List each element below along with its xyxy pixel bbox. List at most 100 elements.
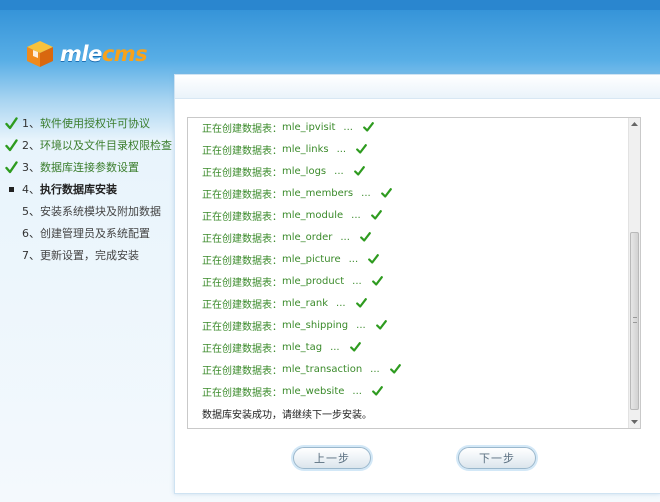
table-name: mle_logs bbox=[282, 165, 327, 177]
log-dots: ... bbox=[356, 319, 366, 331]
check-icon bbox=[389, 364, 401, 374]
step-number: 2、 bbox=[22, 139, 40, 152]
table-name: mle_shipping bbox=[282, 319, 349, 331]
step-label: 环境以及文件目录权限检查 bbox=[40, 139, 172, 152]
install-panel: 正在创建数据表： mle_ipvisit... 正在创建数据表： mle_links.… bbox=[174, 74, 660, 494]
log-prefix: 正在创建数据表： bbox=[202, 321, 282, 333]
log-prefix: 正在创建数据表： bbox=[202, 123, 282, 135]
table-name: mle_module bbox=[282, 209, 344, 221]
log-dots: ... bbox=[340, 231, 350, 243]
install-step-2: 2、环境以及文件目录权限检查 bbox=[0, 134, 175, 156]
log-prefix: 正在创建数据表： bbox=[202, 233, 282, 245]
log-line: 正在创建数据表： mle_members... bbox=[202, 182, 622, 204]
log-dots: ... bbox=[336, 297, 346, 309]
log-prefix: 正在创建数据表： bbox=[202, 343, 282, 355]
step-label: 创建管理员及系统配置 bbox=[40, 227, 150, 240]
log-dots: ... bbox=[348, 253, 359, 265]
log-line: 正在创建数据表： mle_picture... bbox=[202, 248, 622, 270]
log-line: 正在创建数据表： mle_order... bbox=[202, 226, 622, 248]
log-dots: ... bbox=[351, 209, 361, 221]
cube-logo-icon bbox=[24, 38, 56, 70]
table-name: mle_transaction bbox=[282, 363, 363, 375]
log-dots: ... bbox=[343, 121, 353, 133]
table-name: mle_website bbox=[282, 385, 345, 397]
log-line: 正在创建数据表： mle_ipvisit... bbox=[202, 118, 622, 138]
scroll-thumb[interactable] bbox=[630, 232, 639, 410]
log-prefix: 正在创建数据表： bbox=[202, 365, 282, 377]
check-icon bbox=[375, 320, 387, 330]
log-prefix: 正在创建数据表： bbox=[202, 255, 282, 267]
check-icon bbox=[359, 232, 371, 242]
step-label: 软件使用授权许可协议 bbox=[40, 117, 150, 130]
scroll-up-arrow-icon[interactable] bbox=[629, 118, 640, 130]
table-name: mle_picture bbox=[282, 253, 341, 265]
check-icon bbox=[356, 144, 368, 154]
table-name: mle_tag bbox=[282, 341, 323, 353]
table-name: mle_links bbox=[282, 143, 329, 155]
log-scrollbar[interactable] bbox=[628, 118, 640, 428]
step-number: 6、 bbox=[22, 227, 40, 240]
top-stripe bbox=[0, 0, 660, 10]
table-name: mle_ipvisit bbox=[282, 121, 336, 133]
log-dots: ... bbox=[330, 341, 340, 353]
step-number: 5、 bbox=[22, 205, 40, 218]
step-label: 更新设置，完成安装 bbox=[40, 249, 139, 262]
check-icon bbox=[0, 138, 22, 152]
install-steps: 1、软件使用授权许可协议 2、环境以及文件目录权限检查 3、数据库连接参数设置 4、执… bbox=[0, 112, 175, 266]
step-label: 数据库连接参数设置 bbox=[40, 161, 139, 174]
prev-step-button[interactable]: 上一步 bbox=[293, 447, 371, 469]
install-step-4: 4、执行数据库安装 bbox=[0, 178, 175, 200]
step-label: 执行数据库安装 bbox=[40, 183, 117, 196]
check-icon bbox=[363, 122, 374, 132]
table-name: mle_product bbox=[282, 275, 345, 287]
table-name: mle_rank bbox=[282, 297, 329, 309]
log-dots: ... bbox=[370, 363, 380, 375]
log-line: 正在创建数据表： mle_logs... bbox=[202, 160, 622, 182]
check-icon bbox=[353, 166, 365, 176]
check-icon bbox=[0, 160, 22, 174]
brand-logo: mlecms bbox=[24, 36, 148, 72]
log-line: 正在创建数据表： mle_website... bbox=[202, 380, 622, 402]
install-step-5: 5、安装系统模块及附加数据 bbox=[0, 200, 175, 222]
log-line: 正在创建数据表： mle_transaction... bbox=[202, 358, 622, 380]
log-line: 正在创建数据表： mle_rank... bbox=[202, 292, 622, 314]
log-line: 正在创建数据表： mle_shipping... bbox=[202, 314, 622, 336]
log-line: 正在创建数据表： mle_module... bbox=[202, 204, 622, 226]
check-icon bbox=[355, 298, 367, 308]
install-log[interactable]: 正在创建数据表： mle_ipvisit... 正在创建数据表： mle_links.… bbox=[187, 117, 641, 429]
check-icon bbox=[349, 342, 361, 352]
check-icon bbox=[371, 276, 383, 286]
install-step-1: 1、软件使用授权许可协议 bbox=[0, 112, 175, 134]
log-lines: 正在创建数据表： mle_ipvisit... 正在创建数据表： mle_links.… bbox=[202, 118, 622, 424]
check-icon bbox=[370, 210, 382, 220]
install-success-message: 数据库安装成功，请继续下一步安装。 bbox=[202, 409, 372, 421]
log-line: 正在创建数据表： mle_tag... bbox=[202, 336, 622, 358]
step-number: 3、 bbox=[22, 161, 40, 174]
install-step-7: 7、更新设置，完成安装 bbox=[0, 244, 175, 266]
log-dots: ... bbox=[334, 165, 344, 177]
check-icon bbox=[0, 116, 22, 130]
log-dots: ... bbox=[361, 187, 371, 199]
log-line: 正在创建数据表： mle_links... bbox=[202, 138, 622, 160]
log-dots: ... bbox=[336, 143, 347, 155]
log-prefix: 正在创建数据表： bbox=[202, 145, 282, 157]
log-dots: ... bbox=[352, 275, 362, 287]
step-number: 4、 bbox=[22, 183, 40, 196]
check-icon bbox=[380, 188, 392, 198]
step-label: 安装系统模块及附加数据 bbox=[40, 205, 161, 218]
check-icon bbox=[372, 386, 383, 396]
install-step-6: 6、创建管理员及系统配置 bbox=[0, 222, 175, 244]
install-step-3: 3、数据库连接参数设置 bbox=[0, 156, 175, 178]
table-name: mle_members bbox=[282, 187, 354, 199]
scroll-down-arrow-icon[interactable] bbox=[629, 416, 640, 428]
step-number: 7、 bbox=[22, 249, 40, 262]
step-number: 1、 bbox=[22, 117, 40, 130]
table-name: mle_order bbox=[282, 231, 333, 243]
check-icon bbox=[368, 254, 380, 264]
next-step-button[interactable]: 下一步 bbox=[458, 447, 536, 469]
log-prefix: 正在创建数据表： bbox=[202, 189, 282, 201]
current-step-bullet-icon bbox=[0, 186, 22, 192]
logo-wordmark: mlecms bbox=[60, 42, 148, 66]
log-prefix: 正在创建数据表： bbox=[202, 387, 282, 399]
log-dots: ... bbox=[352, 385, 362, 397]
